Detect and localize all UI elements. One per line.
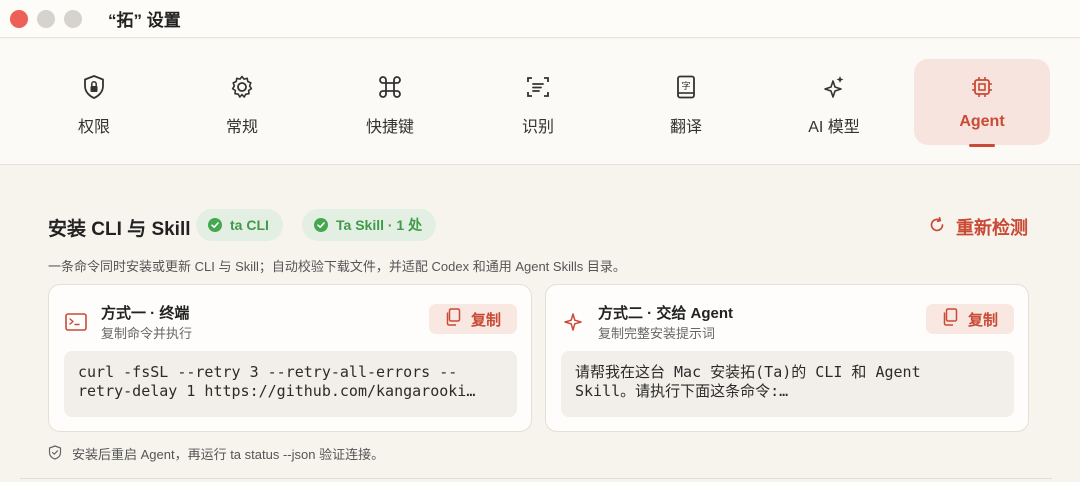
window-controls <box>10 9 82 28</box>
card-title: 方式一 · 终端 <box>101 305 190 322</box>
zoom-window-button[interactable] <box>64 9 82 28</box>
copy-label: 复制 <box>470 311 501 329</box>
window-title: “拓” 设置 <box>108 11 181 30</box>
install-card-terminal: 方式一 · 终端 复制命令并执行 复制 curl -fsSL --retry 3… <box>48 284 532 432</box>
tab-translation[interactable]: 字 翻译 <box>618 59 754 145</box>
command-code-block[interactable]: curl -fsSL --retry 3 --retry-all-errors … <box>64 351 517 417</box>
copy-command-button[interactable]: 复制 <box>429 304 517 334</box>
status-badge-skill: Ta Skill · 1 处 <box>302 209 437 241</box>
tab-recognition[interactable]: 识别 <box>470 59 606 145</box>
tab-label: 快捷键 <box>365 119 414 136</box>
badge-label: Ta Skill · 1 处 <box>336 217 423 233</box>
tab-label: 常规 <box>225 119 258 136</box>
shield-check-icon <box>48 444 62 463</box>
command-icon <box>376 73 404 101</box>
chip-icon <box>968 73 996 101</box>
tab-agent[interactable]: Agent <box>914 59 1050 147</box>
section-title: 安装 CLI 与 Skill <box>48 219 191 240</box>
tab-label: AI 模型 <box>808 119 860 136</box>
dictionary-icon: 字 <box>672 73 700 101</box>
prompt-code-block[interactable]: 请帮我在这台 Mac 安装拓(Ta)的 CLI 和 Agent Skill。请执… <box>561 351 1014 417</box>
check-circle-icon <box>314 218 328 232</box>
card-subtitle: 复制命令并执行 <box>101 326 193 341</box>
footer-note: 安装后重启 Agent，再运行 ta status --json 验证连接。 <box>48 444 384 463</box>
copy-label: 复制 <box>967 311 998 329</box>
footer-note-text: 安装后重启 Agent，再运行 ta status --json 验证连接。 <box>72 447 385 462</box>
title-bar: “拓” 设置 <box>0 0 1080 38</box>
sparkles-icon <box>820 73 848 101</box>
tab-shortcuts[interactable]: 快捷键 <box>322 59 458 145</box>
terminal-icon <box>65 311 87 333</box>
badge-label: ta CLI <box>230 217 269 233</box>
status-badge-cli: ta CLI <box>196 209 283 241</box>
tab-label: 识别 <box>521 119 554 136</box>
svg-text:字: 字 <box>681 80 690 92</box>
copy-icon <box>942 308 958 330</box>
tab-general[interactable]: 常规 <box>174 59 310 145</box>
shield-lock-icon <box>80 73 108 101</box>
settings-toolbar: 权限 常规 快捷键 识别 字 翻译 AI 模型 Agent <box>0 39 1080 165</box>
copy-prompt-button[interactable]: 复制 <box>926 304 1014 334</box>
tab-permissions[interactable]: 权限 <box>26 59 162 145</box>
tab-label: Agent <box>959 113 1005 130</box>
copy-icon <box>445 308 461 330</box>
minimize-window-button[interactable] <box>37 9 55 28</box>
tab-ai-model[interactable]: AI 模型 <box>766 59 902 145</box>
sparkle-icon <box>562 311 584 333</box>
recheck-label: 重新检测 <box>956 218 1028 238</box>
section-description: 一条命令同时安装或更新 CLI 与 Skill；自动校验下载文件，并适配 Cod… <box>48 259 626 274</box>
refresh-icon <box>928 216 946 239</box>
tab-label: 权限 <box>77 119 110 136</box>
close-window-button[interactable] <box>10 9 28 28</box>
install-card-agent: 方式二 · 交给 Agent 复制完整安装提示词 复制 请帮我在这台 Mac 安… <box>545 284 1029 432</box>
divider <box>20 478 1052 479</box>
check-circle-icon <box>208 218 222 232</box>
tab-label: 翻译 <box>669 119 702 136</box>
card-subtitle: 复制完整安装提示词 <box>598 326 716 341</box>
active-tab-indicator <box>969 144 995 147</box>
recheck-button[interactable]: 重新检测 <box>928 214 1028 240</box>
gear-icon <box>228 73 256 101</box>
text-scan-icon <box>524 73 552 101</box>
card-title: 方式二 · 交给 Agent <box>598 305 733 322</box>
